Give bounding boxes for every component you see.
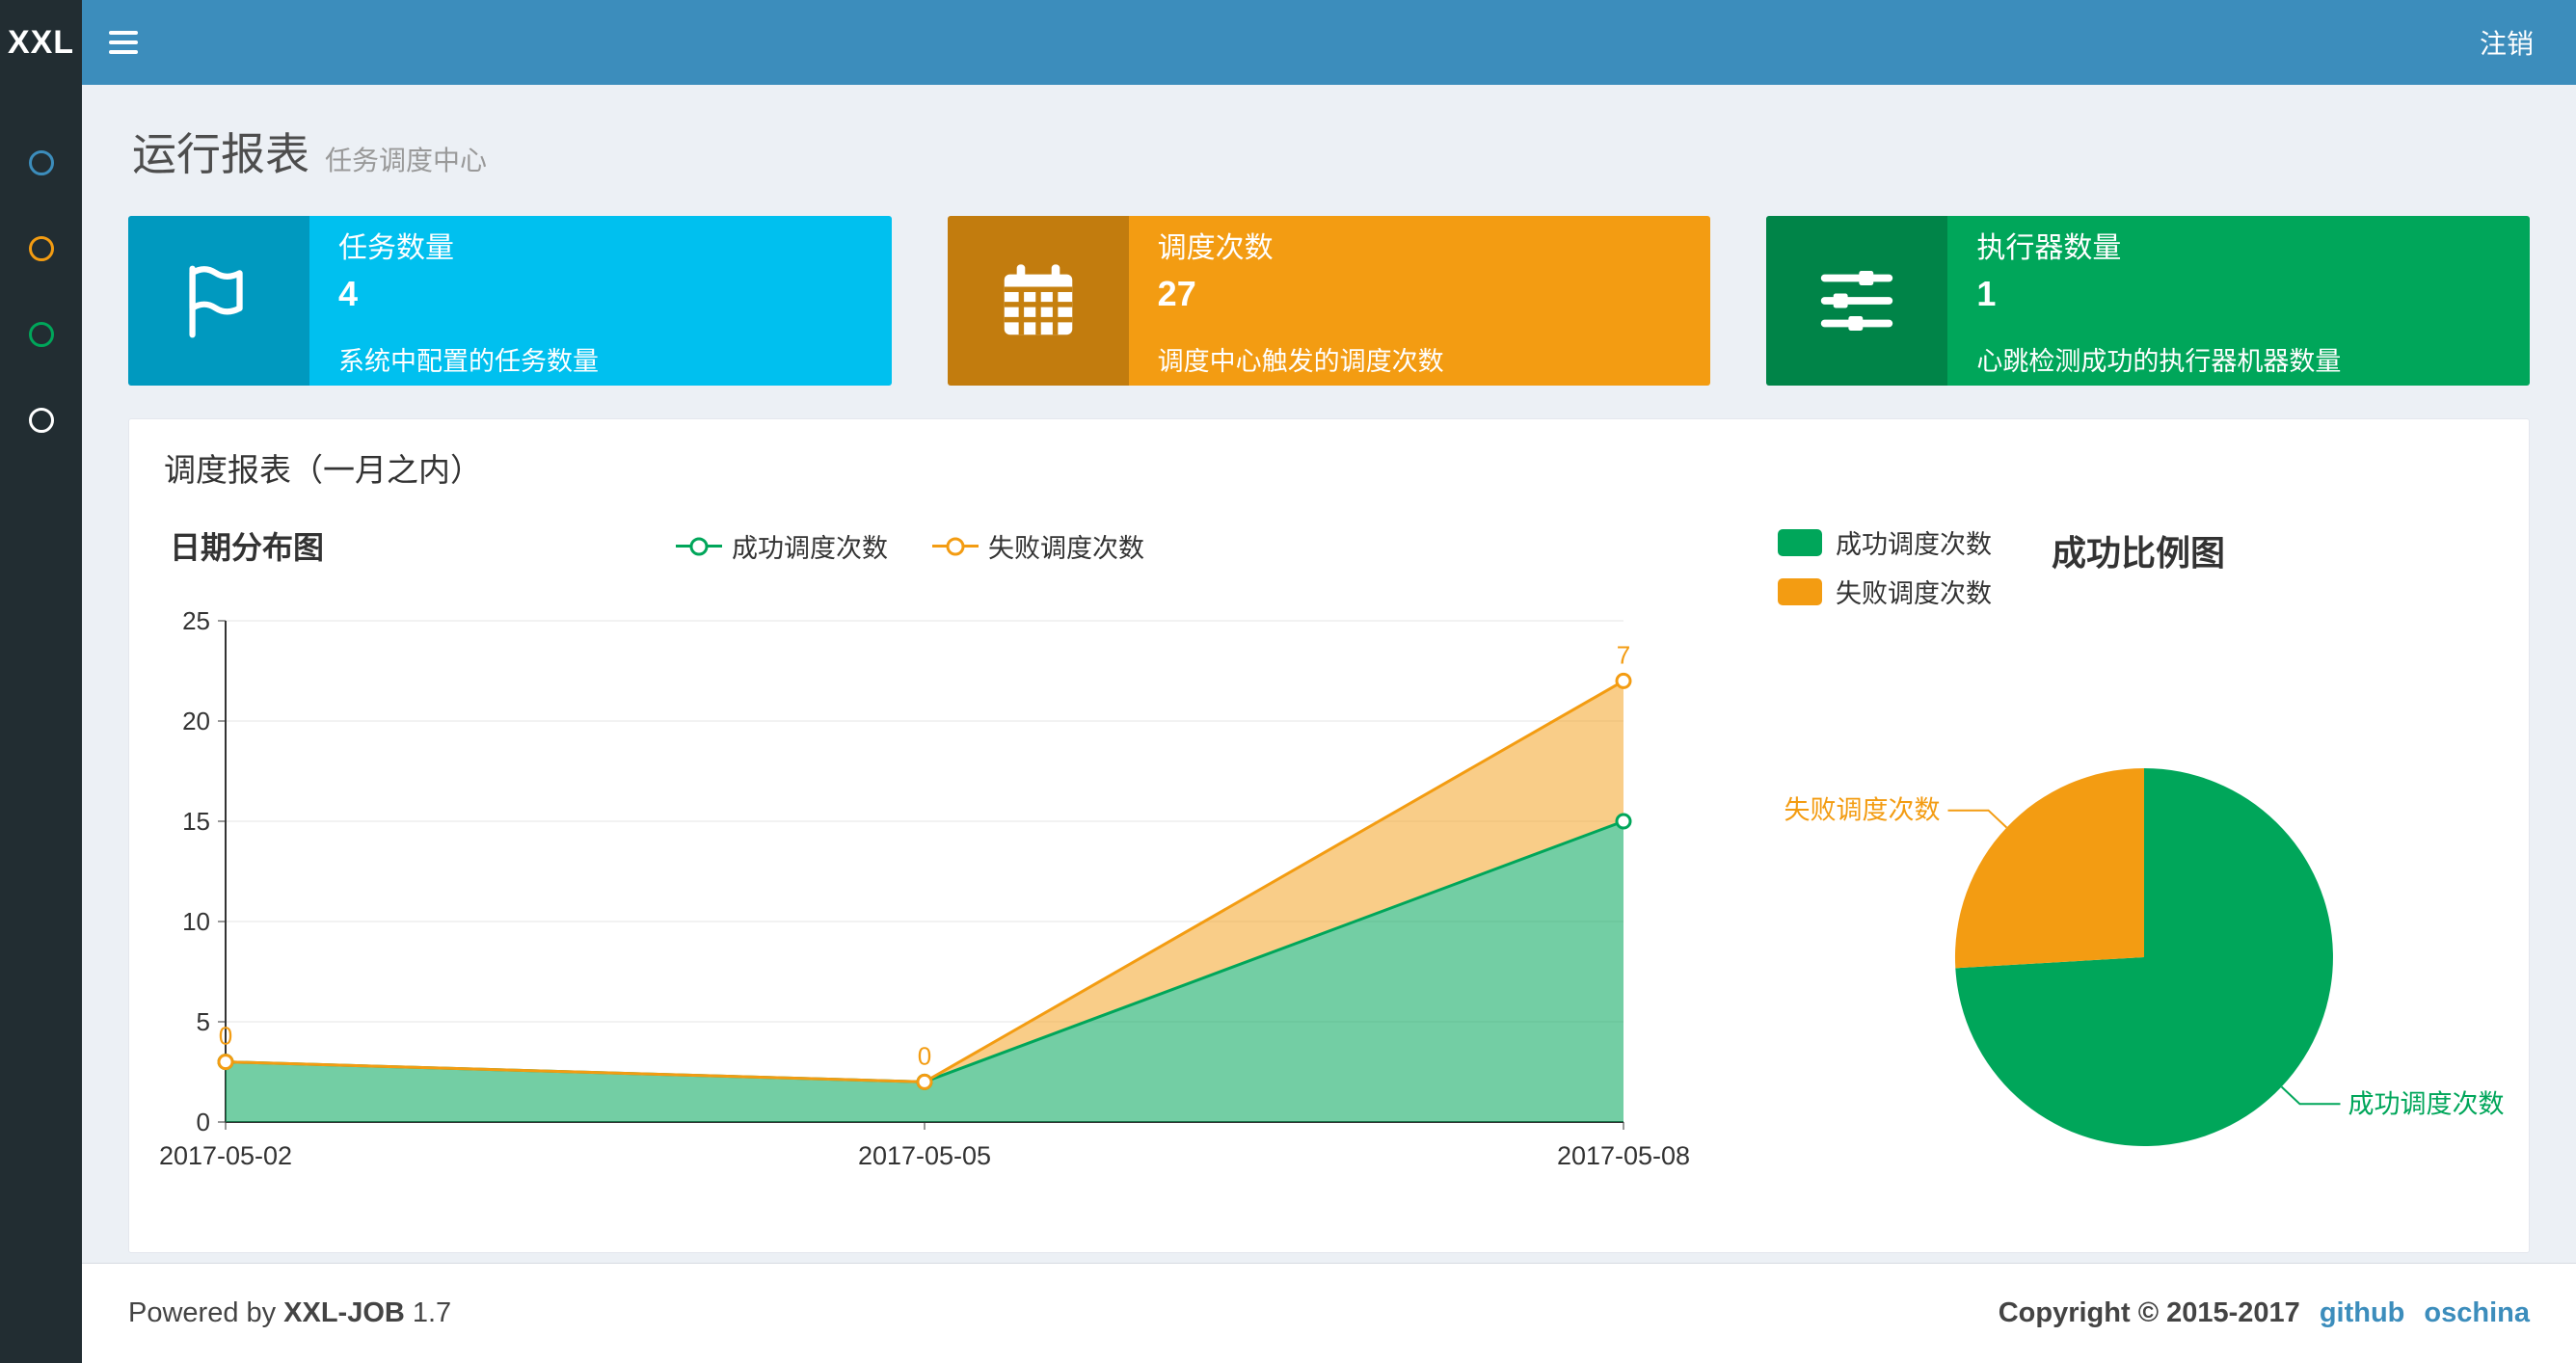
legend-item-success[interactable]: 成功调度次数: [1778, 523, 1992, 561]
page-title: 运行报表: [132, 129, 309, 179]
circle-icon: [28, 235, 54, 261]
page-header: 运行报表 任务调度中心: [132, 120, 2530, 183]
legend-label: 成功调度次数: [1836, 530, 1992, 559]
info-box-description: 心跳检测成功的执行器机器数量: [1976, 347, 2342, 376]
hamburger-icon: [109, 31, 138, 35]
sidebar-toggle-button[interactable]: [82, 0, 165, 85]
line-chart-legend: 成功调度次数 失败调度次数: [158, 527, 1662, 565]
svg-text:失败调度次数: 失败调度次数: [1784, 796, 1941, 825]
legend-line-icon: [932, 537, 979, 555]
svg-text:7: 7: [1617, 640, 1630, 669]
github-link[interactable]: github: [2320, 1297, 2405, 1329]
info-box-triggers: 调度次数 27 调度中心触发的调度次数: [947, 216, 1711, 386]
success-ratio-chart-area: 成功调度次数 失败调度次数 成功比例图 成功调度次数 失败调度次数: [1662, 516, 2505, 1208]
legend-item-fail[interactable]: 失败调度次数: [932, 527, 1144, 565]
legend-label: 成功调度次数: [732, 534, 888, 563]
legend-line-icon: [676, 537, 722, 555]
page-subtitle: 任务调度中心: [325, 146, 488, 175]
hamburger-icon: [109, 40, 138, 44]
calendar-icon: [947, 216, 1129, 386]
info-box-executors: 执行器数量 1 心跳检测成功的执行器机器数量: [1766, 216, 2531, 386]
legend-item-fail[interactable]: 失败调度次数: [1778, 573, 1992, 610]
svg-text:5: 5: [197, 1007, 210, 1036]
sidebar-item-jobinfo[interactable]: [0, 205, 82, 291]
info-box-value: 27: [1157, 274, 1196, 313]
legend-swatch-icon: [1778, 577, 1822, 605]
svg-text:成功调度次数: 成功调度次数: [2348, 1089, 2505, 1118]
svg-text:20: 20: [182, 707, 210, 735]
info-box-jobs: 任务数量 4 系统中配置的任务数量: [128, 216, 892, 386]
legend-label: 失败调度次数: [988, 534, 1144, 563]
svg-text:0: 0: [918, 1041, 931, 1070]
info-box-label: 执行器数量: [1976, 232, 2122, 264]
pie-chart-legend: 成功调度次数 失败调度次数: [1778, 523, 1992, 610]
circle-icon: [28, 321, 54, 347]
svg-text:0: 0: [219, 1022, 232, 1051]
info-box-description: 调度中心触发的调度次数: [1157, 347, 1444, 376]
pie-chart-title: 成功比例图: [2052, 533, 2226, 573]
sidebar-item-dashboard[interactable]: [0, 120, 82, 205]
sidebar-item-help[interactable]: [0, 377, 82, 463]
sidebar-item-joblog[interactable]: [0, 291, 82, 377]
info-box-value: 4: [338, 274, 359, 313]
product-version: 1.7: [412, 1297, 452, 1328]
legend-swatch-icon: [1778, 528, 1822, 556]
info-box-label: 任务数量: [338, 232, 454, 264]
circle-icon: [28, 407, 54, 433]
hamburger-icon: [109, 50, 138, 54]
line-chart: 05101520252017-05-02 2017-05-05 2017-05-08…: [159, 606, 1690, 1170]
info-box-row: 任务数量 4 系统中配置的任务数量 调度次数 27 调度中心触发的调度次数 执行…: [128, 216, 2531, 386]
main-content: 运行报表 任务调度中心 任务数量 4 系统中配置的任务数量 调度次数 27 调度…: [82, 85, 2576, 1253]
svg-text:15: 15: [182, 807, 210, 836]
circle-icon: [28, 149, 54, 175]
app-logo[interactable]: XXL: [0, 0, 82, 85]
info-box-label: 调度次数: [1157, 232, 1274, 264]
date-distribution-chart-area: 日期分布图 成功调度次数 失败调度次数 0 5 10 15 20 25 2017-05-02…: [158, 516, 1690, 1208]
pie-chart: 成功调度次数 失败调度次数: [1784, 768, 2505, 1146]
svg-text:2017-05-02: 2017-05-02: [159, 1141, 292, 1170]
footer: Powered by XXL-JOB 1.7 Copyright © 2015-20…: [82, 1263, 2576, 1363]
report-panel-title: 调度报表（一月之内）: [164, 452, 482, 488]
top-navbar: XXL 注销: [0, 0, 2576, 85]
logout-button[interactable]: 注销: [2437, 0, 2576, 85]
legend-item-success[interactable]: 成功调度次数: [676, 527, 888, 565]
flag-icon: [128, 216, 309, 386]
svg-text:10: 10: [182, 907, 210, 936]
svg-text:2017-05-05: 2017-05-05: [858, 1141, 991, 1170]
legend-label: 失败调度次数: [1836, 579, 1992, 608]
info-box-description: 系统中配置的任务数量: [338, 347, 599, 376]
info-box-value: 1: [1976, 274, 1997, 313]
oschina-link[interactable]: oschina: [2424, 1297, 2530, 1329]
product-name: XXL-JOB: [283, 1297, 405, 1328]
report-panel: 调度报表（一月之内） 日期分布图 成功调度次数 失败调度次数 0 5 10 15…: [128, 418, 2530, 1253]
sliders-icon: [1766, 216, 1948, 386]
powered-by: Powered by XXL-JOB 1.7: [128, 1297, 452, 1328]
copyright-text: Copyright © 2015-2017: [1998, 1297, 2300, 1328]
svg-text:25: 25: [182, 606, 210, 635]
sidebar: [0, 85, 82, 1363]
svg-text:0: 0: [197, 1108, 210, 1136]
